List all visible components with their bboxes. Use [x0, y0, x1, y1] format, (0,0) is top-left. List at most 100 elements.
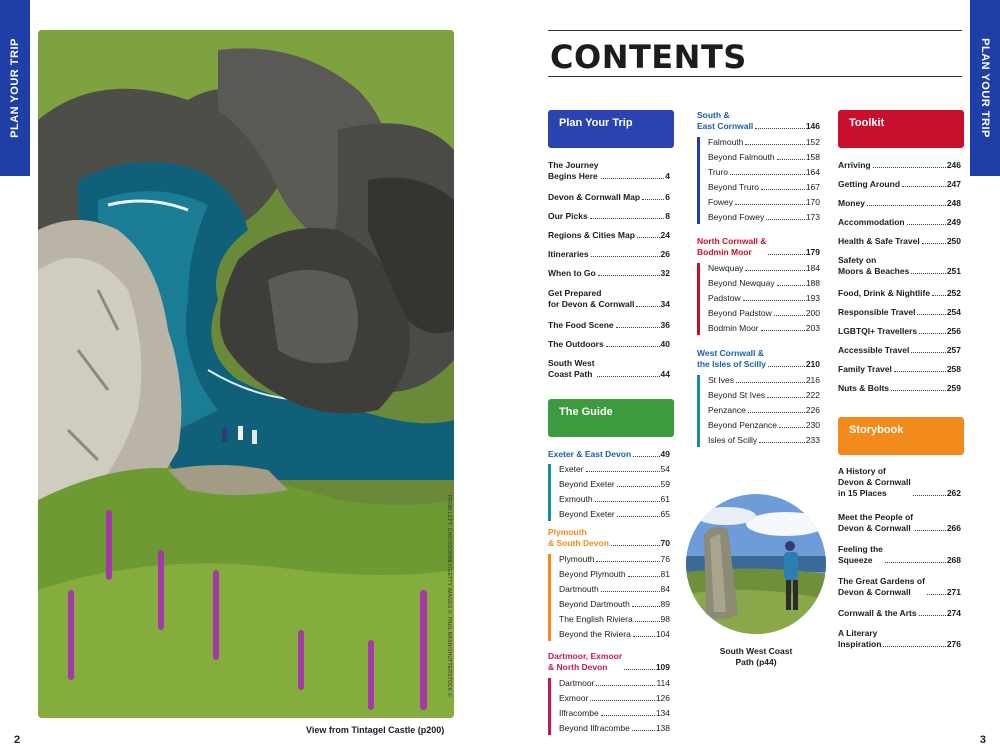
toc-entry-page: 179	[805, 247, 820, 257]
toc-subitem[interactable]: Falmouth 152	[708, 137, 820, 148]
toc-toolkit-item[interactable]: Food, Drink & Nightlife 252	[838, 288, 961, 299]
toc-subitem[interactable]: Penzance 226	[708, 405, 820, 416]
toc-entry-title: Isles of Scilly	[708, 435, 758, 445]
toc-region-heading[interactable]: West Cornwall & the Isles of Scilly 210	[697, 348, 820, 370]
leader-dots	[917, 314, 946, 315]
toc-region-heading[interactable]: South & East Cornwall 146	[697, 110, 820, 132]
toc-region-heading[interactable]: North Cornwall & Bodmin Moor 179	[697, 236, 820, 258]
toc-toolkit-item[interactable]: Money 248	[838, 198, 961, 209]
toc-storybook-item[interactable]: A History of Devon & Cornwall in 15 Plac…	[838, 466, 961, 499]
toc-entry-title: Penzance	[708, 405, 746, 415]
toc-toolkit-item[interactable]: Responsible Travel 254	[838, 307, 961, 318]
toc-entry-page: 266	[946, 523, 961, 533]
toc-subitem[interactable]: Newquay 184	[708, 263, 820, 274]
leader-dots	[632, 636, 655, 637]
toc-subitem[interactable]: Exmoor 126	[559, 693, 670, 704]
toc-subitem[interactable]: Padstow 193	[708, 293, 820, 304]
toc-subitem[interactable]: Ilfracombe 134	[559, 708, 670, 719]
toc-entry-title: Safety on Moors & Beaches	[838, 255, 910, 276]
side-tab-right: PLAN YOUR TRIP	[970, 0, 1000, 176]
leader-dots	[627, 576, 660, 577]
toc-storybook-item[interactable]: The Great Gardens of Devon & Cornwall 271	[838, 576, 961, 598]
toc-guide-col2: South & East Cornwall 146 Falmouth 152 Beyon…	[697, 0, 820, 754]
toc-subitem[interactable]: Beyond Ilfracombe 138	[559, 723, 670, 734]
toc-entry-page: 134	[655, 708, 670, 718]
toc-storybook-item[interactable]: A Literary Inspiration 276	[838, 628, 961, 650]
toc-region-heading[interactable]: Dartmoor, Exmoor & North Devon 109	[548, 651, 670, 673]
toc-entry-page: 233	[805, 435, 820, 445]
leader-dots	[919, 333, 946, 334]
toc-subitem[interactable]: Dartmouth 84	[559, 584, 670, 595]
toc-subitem[interactable]: Beyond Exeter 59	[559, 479, 670, 490]
toc-entry-page: 254	[946, 307, 961, 317]
toc-entry-page: 226	[805, 405, 820, 415]
toc-entry-title: Accommodation	[838, 217, 905, 227]
toc-toolkit-item[interactable]: Accessible Travel 257	[838, 345, 961, 356]
toc-subitem[interactable]: Beyond the Riviera 104	[559, 629, 670, 640]
toc-subitem[interactable]: The English Riviera 98	[559, 614, 670, 625]
toc-storybook-item[interactable]: Feeling the Squeeze 268	[838, 544, 961, 566]
toc-subitem[interactable]: Isles of Scilly 233	[708, 435, 820, 446]
toc-toolkit-item[interactable]: Family Travel 258	[838, 364, 961, 375]
toc-entry-page: 274	[946, 608, 961, 618]
toc-entry-title: Exeter & East Devon	[548, 449, 632, 459]
toc-storybook-item[interactable]: Meet the People of Devon & Cornwall 266	[838, 512, 961, 534]
toc-toolkit-item[interactable]: Nuts & Bolts 259	[838, 383, 961, 394]
leader-dots	[745, 144, 805, 145]
toc-toolkit-item[interactable]: Health & Safe Travel 250	[838, 236, 961, 247]
toc-entry-page: 158	[805, 152, 820, 162]
toc-subitem[interactable]: Bodmin Moor 203	[708, 323, 820, 334]
toc-subitem[interactable]: Exmouth 61	[559, 494, 670, 505]
toc-entry-page: 216	[805, 375, 820, 385]
toc-subitem[interactable]: Beyond Falmouth 158	[708, 152, 820, 163]
toc-subitem[interactable]: Fowey 170	[708, 197, 820, 208]
leader-dots	[631, 730, 655, 731]
leader-dots	[911, 273, 946, 274]
toc-entry-page: 257	[946, 345, 961, 355]
toc-subitem[interactable]: Beyond Dartmouth 89	[559, 599, 670, 610]
toc-entry-title: Exmoor	[559, 693, 589, 703]
side-tab-right-label: PLAN YOUR TRIP	[979, 38, 991, 138]
toc-entry-page: 167	[805, 182, 820, 192]
toc-entry-title: Beyond the Riviera	[559, 629, 631, 639]
leader-dots	[760, 330, 805, 331]
toc-entry-title: Money	[838, 198, 865, 208]
toc-entry-page: 98	[660, 614, 670, 624]
toc-entry-page: 104	[655, 629, 670, 639]
toc-toolkit-item[interactable]: LGBTQI+ Travellers 256	[838, 326, 961, 337]
toc-toolkit-item[interactable]: Accommodation 249	[838, 217, 961, 228]
toc-entry-title: Family Travel	[838, 364, 892, 374]
toc-subitem[interactable]: Plymouth 76	[559, 554, 670, 565]
toc-subitem[interactable]: Beyond Fowey 173	[708, 212, 820, 223]
toc-subitem[interactable]: Dartmoor 114	[559, 678, 670, 689]
toc-toolkit-item[interactable]: Getting Around 247	[838, 179, 961, 190]
toc-entry-page: 271	[946, 587, 961, 597]
toc-subitem[interactable]: Beyond Penzance 230	[708, 420, 820, 431]
leader-dots	[610, 545, 660, 546]
toc-region-heading[interactable]: Plymouth & South Devon 70	[548, 527, 670, 549]
toc-entry-title: Bodmin Moor	[708, 323, 759, 333]
toc-subitem[interactable]: Beyond St Ives 222	[708, 390, 820, 401]
toc-toolkit-item[interactable]: Safety on Moors & Beaches 251	[838, 255, 961, 277]
leader-dots	[594, 501, 660, 502]
toc-subitem[interactable]: Beyond Padstow 200	[708, 308, 820, 319]
toc-subitem[interactable]: Exeter 54	[559, 464, 670, 475]
toc-region-heading[interactable]: Exeter & East Devon 49	[548, 449, 670, 460]
toc-subitem[interactable]: St Ives 216	[708, 375, 820, 386]
section-toolkit[interactable]: Toolkit	[838, 110, 964, 148]
toc-entry-title: Exeter	[559, 464, 584, 474]
leader-dots	[759, 442, 805, 443]
toc-subitem[interactable]: Beyond Exeter 65	[559, 509, 670, 520]
toc-subitem[interactable]: Beyond Newquay 188	[708, 278, 820, 289]
toc-toolkit-item[interactable]: Arriving 246	[838, 160, 961, 171]
toc-subitem[interactable]: Beyond Plymouth 81	[559, 569, 670, 580]
toc-storybook-item[interactable]: Cornwall & the Arts 274	[838, 608, 961, 619]
toc-subitem[interactable]: Truro 164	[708, 167, 820, 178]
toc-entry-page: 252	[946, 288, 961, 298]
toc-subitem[interactable]: Beyond Truro 167	[708, 182, 820, 193]
section-storybook[interactable]: Storybook	[838, 417, 964, 455]
leader-dots	[735, 382, 805, 383]
toc-entry-page: 164	[805, 167, 820, 177]
leader-dots	[872, 167, 946, 168]
leader-dots	[918, 615, 946, 616]
